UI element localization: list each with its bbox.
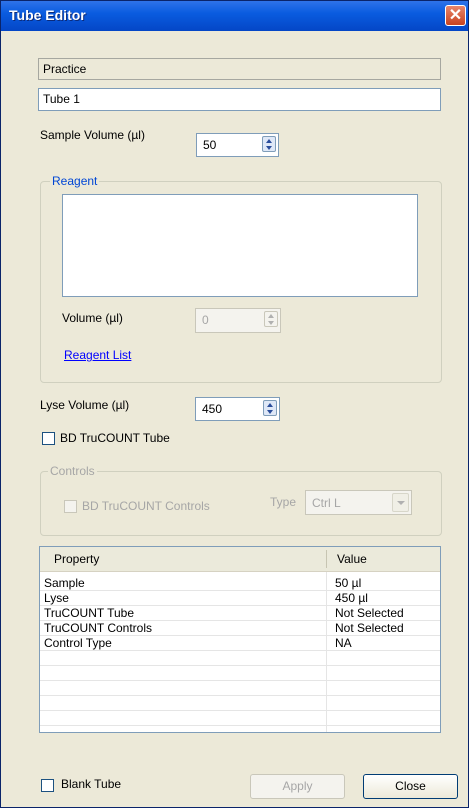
reagent-list-link[interactable]: Reagent List [64,348,131,362]
value-cell: 450 µl [335,591,368,605]
tube-editor-window: Tube Editor ✕ Practice Tube 1 Sample Vol… [0,0,469,808]
value-cell: 50 µl [335,576,362,590]
value-cell: NA [335,636,352,650]
lyse-volume-stepper[interactable]: 450 [195,397,280,421]
table-row-empty [40,680,440,696]
property-cell: Lyse [44,591,69,605]
trucount-controls-checkbox[interactable] [64,500,77,513]
table-row[interactable]: Control Type NA [40,635,440,651]
trucount-controls-label: BD TruCOUNT Controls [82,499,210,513]
reagent-listbox[interactable] [62,194,418,297]
property-cell: Control Type [44,636,112,650]
arrow-up-icon [268,314,274,318]
arrow-up-icon [266,139,272,143]
blank-tube-label: Blank Tube [61,777,122,791]
arrow-up-icon [267,403,273,407]
value-cell: Not Selected [335,606,404,620]
control-type-label: Type [270,495,297,509]
table-header: Property Value [40,547,440,572]
control-type-dropdown[interactable]: Ctrl L [305,490,412,515]
arrow-down-icon [266,146,272,150]
spin-arrows-icon[interactable] [262,136,276,152]
reagent-volume-label: Volume (µl) [62,311,123,325]
experiment-field: Practice [38,58,441,80]
close-icon: ✕ [448,7,463,24]
window-close-button[interactable]: ✕ [445,5,466,26]
trucount-tube-label: BD TruCOUNT Tube [60,431,170,445]
column-header-property[interactable]: Property [54,552,99,566]
table-row[interactable]: TruCOUNT Controls Not Selected [40,620,440,636]
blank-tube-checkbox[interactable] [41,779,54,792]
property-cell: TruCOUNT Tube [44,606,135,620]
table-row[interactable]: TruCOUNT Tube Not Selected [40,605,440,621]
sample-volume-stepper[interactable]: 50 [196,133,279,157]
lyse-volume-value: 450 [202,402,223,416]
lyse-volume-label: Lyse Volume (µl) [40,398,130,412]
arrow-down-icon [268,321,274,325]
tube-name-input[interactable]: Tube 1 [38,88,441,111]
sample-volume-value: 50 [203,138,217,152]
trucount-tube-checkbox[interactable] [42,432,55,445]
table-row[interactable]: Lyse 450 µl [40,590,440,606]
title-bar[interactable]: Tube Editor ✕ [1,1,468,31]
window-title: Tube Editor [9,7,86,23]
table-row-empty [40,695,440,711]
value-cell: Not Selected [335,621,404,635]
reagent-volume-value: 0 [202,313,209,327]
spin-arrows-icon[interactable] [264,311,278,327]
property-cell: Sample [44,576,85,590]
chevron-down-icon[interactable] [392,493,409,512]
table-row-empty [40,650,440,666]
arrow-down-icon [267,410,273,414]
apply-button[interactable]: Apply [250,774,345,799]
property-cell: TruCOUNT Controls [44,621,153,635]
reagent-group-label: Reagent [50,174,100,188]
control-type-value: Ctrl L [312,496,341,510]
table-row[interactable]: Sample 50 µl [40,575,440,591]
table-row-empty [40,665,440,681]
table-row-empty [40,710,440,726]
reagent-volume-stepper[interactable]: 0 [195,308,281,333]
spin-arrows-icon[interactable] [263,400,277,416]
properties-table: Property Value Sample 50 µl Lyse 450 µl … [39,546,441,733]
close-button[interactable]: Close [363,774,458,799]
sample-volume-label: Sample Volume (µl) [40,128,145,142]
controls-group-label: Controls [48,464,97,478]
column-header-value[interactable]: Value [337,552,367,566]
